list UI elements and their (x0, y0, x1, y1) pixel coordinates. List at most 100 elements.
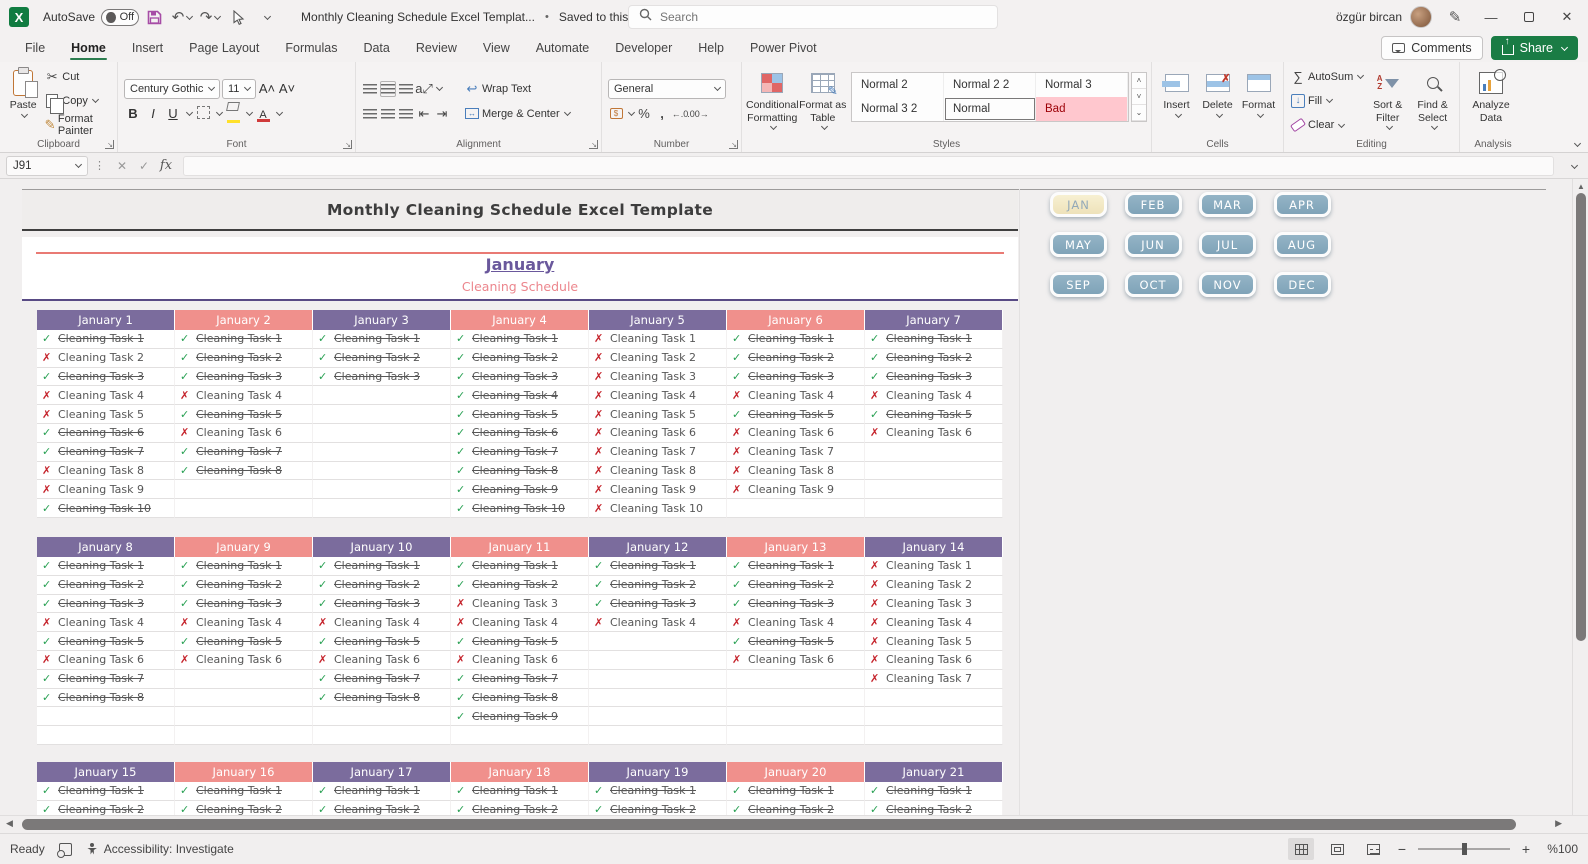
day-header[interactable]: January 13 (727, 537, 865, 557)
task-cell[interactable]: ✓ Cleaning Task 2 (175, 800, 313, 815)
task-cell[interactable]: ✓ Cleaning Task 3 (727, 594, 865, 614)
formula-input[interactable] (183, 155, 1554, 176)
orientation-icon[interactable]: a⤢ (415, 81, 433, 97)
task-cell[interactable]: ✓ Cleaning Task 1 (175, 782, 313, 801)
tab-automate[interactable]: Automate (523, 36, 603, 62)
month-button-dec[interactable]: DEC (1273, 272, 1331, 297)
task-cell[interactable]: ✓ Cleaning Task 3 (175, 594, 313, 614)
fill-color-icon[interactable] (224, 101, 242, 126)
task-cell[interactable] (865, 499, 1003, 518)
style-normal-3[interactable]: Normal 3 (1036, 73, 1128, 97)
task-cell[interactable]: ✓ Cleaning Task 1 (313, 782, 451, 801)
task-cell[interactable] (313, 461, 451, 481)
draw-pen-icon[interactable]: ✎ (1442, 5, 1468, 29)
align-left-icon[interactable] (362, 106, 378, 122)
task-cell[interactable] (589, 632, 727, 651)
task-cell[interactable]: ✗ Cleaning Task 4 (865, 613, 1003, 633)
task-cell[interactable]: ✓ Cleaning Task 2 (313, 800, 451, 815)
task-cell[interactable]: ✓ Cleaning Task 10 (37, 499, 175, 518)
month-button-sep[interactable]: SEP (1050, 272, 1107, 297)
document-title-area[interactable]: Monthly Cleaning Schedule Excel Templat.… (301, 10, 664, 24)
bold-icon[interactable]: B (124, 106, 142, 121)
font-size-select[interactable]: 11 (222, 78, 256, 99)
style-normal-2[interactable]: Normal 2 (852, 73, 944, 97)
task-cell[interactable]: ✗ Cleaning Task 3 (589, 367, 727, 387)
confirm-entry-icon[interactable]: ✓ (133, 156, 155, 176)
style-normal[interactable]: Normal (944, 97, 1036, 121)
task-cell[interactable] (313, 499, 451, 518)
task-cell[interactable]: ✗ Cleaning Task 6 (727, 650, 865, 670)
task-cell[interactable]: ✓ Cleaning Task 7 (451, 669, 589, 689)
task-cell[interactable] (589, 650, 727, 670)
task-cell[interactable]: ✓ Cleaning Task 1 (727, 557, 865, 576)
find-select-button[interactable]: Find & Select (1410, 66, 1455, 131)
task-cell[interactable]: ✓ Cleaning Task 8 (451, 688, 589, 708)
task-cell[interactable] (865, 707, 1003, 727)
format-painter-button[interactable]: ✎ Format Painter (44, 113, 111, 137)
task-cell[interactable] (313, 707, 451, 727)
task-cell[interactable]: ✓ Cleaning Task 1 (37, 557, 175, 576)
accounting-format-icon[interactable]: $ (608, 106, 624, 122)
month-button-jan[interactable]: JAN (1050, 192, 1107, 217)
fill-button[interactable]: ↓ Fill (1290, 90, 1363, 111)
insert-function-icon[interactable]: fx (155, 156, 177, 176)
align-right-icon[interactable] (398, 106, 414, 122)
task-cell[interactable]: ✗ Cleaning Task 6 (175, 650, 313, 670)
task-cell[interactable]: ✗ Cleaning Task 4 (727, 613, 865, 633)
task-cell[interactable]: ✓ Cleaning Task 3 (313, 594, 451, 614)
task-cell[interactable]: ✗ Cleaning Task 8 (37, 461, 175, 481)
increase-indent-icon[interactable]: ⇥ (434, 106, 450, 122)
task-cell[interactable] (175, 726, 313, 745)
task-cell[interactable]: ✓ Cleaning Task 1 (727, 330, 865, 349)
task-cell[interactable]: ✓ Cleaning Task 7 (37, 442, 175, 462)
month-button-may[interactable]: MAY (1050, 232, 1107, 257)
redo-icon[interactable]: ↷ (197, 5, 223, 29)
tab-formulas[interactable]: Formulas (272, 36, 350, 62)
task-cell[interactable] (37, 707, 175, 727)
task-cell[interactable]: ✗ Cleaning Task 4 (451, 613, 589, 633)
insert-cells-button[interactable]: Insert (1156, 66, 1197, 119)
task-cell[interactable]: ✓ Cleaning Task 1 (727, 782, 865, 801)
task-cell[interactable]: ✓ Cleaning Task 2 (589, 575, 727, 595)
month-button-oct[interactable]: OCT (1124, 272, 1182, 297)
cancel-entry-icon[interactable]: ✕ (111, 156, 133, 176)
task-cell[interactable]: ✗ Cleaning Task 2 (865, 575, 1003, 595)
task-cell[interactable]: ✗ Cleaning Task 8 (589, 461, 727, 481)
gallery-up-icon[interactable]: ˄ (1132, 73, 1146, 89)
month-button-jun[interactable]: JUN (1124, 232, 1182, 257)
day-header[interactable]: January 12 (589, 537, 727, 557)
task-cell[interactable]: ✓ Cleaning Task 2 (175, 348, 313, 368)
decrease-decimal-icon[interactable]: .00→ (687, 106, 709, 122)
day-header[interactable]: January 14 (865, 537, 1003, 557)
tab-file[interactable]: File (12, 36, 58, 62)
ribbon-collapse-icon[interactable] (1573, 139, 1582, 148)
task-cell[interactable]: ✓ Cleaning Task 5 (37, 632, 175, 651)
task-cell[interactable]: ✓ Cleaning Task 8 (175, 461, 313, 481)
task-cell[interactable]: ✓ Cleaning Task 2 (451, 348, 589, 368)
autosave-toggle[interactable]: AutoSave Off (43, 8, 140, 26)
task-cell[interactable]: ✓ Cleaning Task 8 (313, 688, 451, 708)
search-box[interactable] (628, 5, 998, 29)
task-cell[interactable]: ✓ Cleaning Task 2 (313, 348, 451, 368)
comments-button[interactable]: Comments (1381, 36, 1483, 60)
task-cell[interactable]: ✓ Cleaning Task 2 (727, 348, 865, 368)
delete-cells-button[interactable]: Delete (1197, 66, 1238, 119)
comma-style-icon[interactable]: , (654, 106, 670, 122)
task-cell[interactable] (313, 442, 451, 462)
task-cell[interactable]: ✗ Cleaning Task 7 (589, 442, 727, 462)
task-cell[interactable]: ✗ Cleaning Task 4 (175, 613, 313, 633)
task-cell[interactable]: ✓ Cleaning Task 1 (865, 782, 1003, 801)
formula-bar-expand-icon[interactable] (1564, 157, 1582, 175)
task-cell[interactable]: ✓ Cleaning Task 9 (451, 480, 589, 500)
task-cell[interactable]: ✗ Cleaning Task 5 (589, 405, 727, 424)
sort-filter-button[interactable]: AZ Sort & Filter (1365, 66, 1410, 131)
page-break-view-button[interactable] (1360, 838, 1386, 860)
tab-page-layout[interactable]: Page Layout (176, 36, 272, 62)
task-cell[interactable]: ✓ Cleaning Task 1 (451, 330, 589, 349)
task-cell[interactable]: ✓ Cleaning Task 1 (589, 782, 727, 801)
task-cell[interactable]: ✓ Cleaning Task 6 (451, 423, 589, 443)
increase-font-icon[interactable]: A˄ (258, 81, 276, 96)
task-cell[interactable]: ✓ Cleaning Task 3 (451, 367, 589, 387)
maximize-button[interactable] (1514, 3, 1544, 31)
excel-app-icon[interactable]: X (9, 7, 29, 27)
